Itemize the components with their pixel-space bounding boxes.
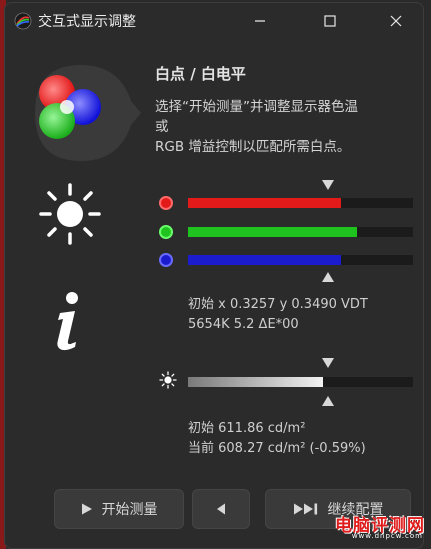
- luminance-current: 当前 608.27 cd/m² (-0.59%): [188, 441, 366, 456]
- minimize-button[interactable]: [237, 3, 283, 39]
- luminance-slider-track[interactable]: [188, 377, 413, 387]
- title-bar: 交互式显示调整: [5, 3, 423, 39]
- luminance-sun-icon: [159, 371, 177, 389]
- luminance-slider-fill: [188, 377, 323, 387]
- green-gain-slider[interactable]: [155, 225, 417, 239]
- skip-forward-icon: [293, 503, 317, 515]
- red-gain-slider[interactable]: [155, 196, 417, 210]
- play-icon: [81, 503, 92, 515]
- blue-channel-dot: [159, 253, 173, 267]
- blue-gain-slider[interactable]: [155, 253, 417, 267]
- site-watermark: 电脑评测网 www.dnpcw.com: [321, 511, 425, 543]
- step-back-icon: [217, 503, 225, 515]
- window-title: 交互式显示调整: [38, 14, 136, 30]
- app-window: 交互式显示调整 白点 / 白电平 选择“开始测量”并调整显示器色温 或 RGB …: [4, 2, 424, 549]
- instruction-line-1: 选择“开始测量”并调整显示器色温: [155, 99, 358, 115]
- green-slider-fill: [188, 227, 357, 237]
- start-measure-label: 开始测量: [101, 502, 158, 518]
- rgb-current-marker-up: [321, 271, 335, 283]
- maximize-button[interactable]: [307, 3, 353, 39]
- luminance-initial: 初始 611.86 cd/m²: [188, 421, 306, 436]
- minimize-icon: [255, 20, 265, 22]
- rgb-target-marker-down: [321, 179, 335, 191]
- green-channel-dot: [159, 225, 173, 239]
- close-icon: [390, 15, 402, 27]
- previous-button[interactable]: [192, 489, 250, 529]
- start-measure-button[interactable]: 开始测量: [54, 489, 184, 529]
- instruction-line-3: RGB 增益控制以匹配所需白点。: [155, 139, 351, 155]
- app-logo-icon: [14, 12, 32, 30]
- white-point-readout: 初始 x 0.3257 y 0.3490 VDT 5654K 5.2 ΔE*00: [188, 295, 368, 335]
- brightness-sun-icon: [39, 183, 101, 245]
- rgb-circles-logo: [35, 65, 141, 161]
- instruction-text: 选择“开始测量”并调整显示器色温 或 RGB 增益控制以匹配所需白点。: [155, 97, 423, 157]
- section-heading: 白点 / 白电平: [155, 65, 246, 83]
- blue-slider-fill: [188, 255, 341, 265]
- info-icon: [57, 292, 78, 351]
- luminance-readout: 初始 611.86 cd/m² 当前 608.27 cd/m² (-0.59%): [188, 419, 366, 459]
- luminance-target-marker-down: [321, 357, 335, 369]
- watermark-url: www.dnpcw.com: [351, 532, 423, 540]
- luminance-current-marker-up: [321, 395, 335, 407]
- close-button[interactable]: [373, 3, 419, 39]
- white-point-xy: 初始 x 0.3257 y 0.3490 VDT: [188, 297, 368, 312]
- red-channel-dot: [159, 196, 173, 210]
- red-slider-track[interactable]: [188, 198, 413, 208]
- instruction-line-2: 或: [155, 119, 169, 135]
- red-slider-fill: [188, 198, 341, 208]
- maximize-icon: [324, 15, 336, 27]
- green-slider-track[interactable]: [188, 227, 413, 237]
- blue-slider-track[interactable]: [188, 255, 413, 265]
- white-point-cct: 5654K 5.2 ΔE*00: [188, 317, 299, 332]
